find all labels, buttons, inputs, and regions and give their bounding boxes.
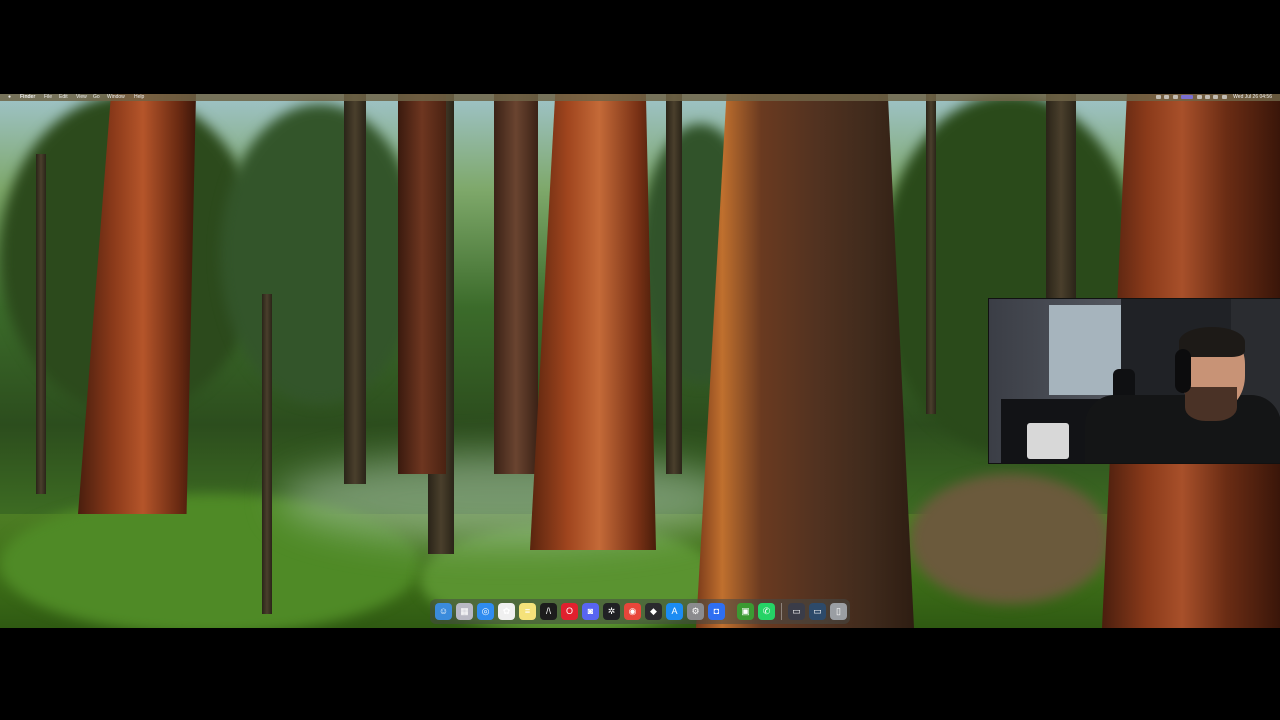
letterbox-bottom bbox=[0, 628, 1280, 720]
menu-go[interactable]: Go bbox=[93, 94, 100, 101]
tray-icon[interactable] bbox=[1172, 95, 1178, 99]
screen-recording-thumbnail-icon[interactable]: ▭ bbox=[809, 603, 826, 620]
tree-trunk bbox=[1046, 94, 1076, 304]
safari-icon[interactable]: ◎ bbox=[477, 603, 494, 620]
whatsapp-icon[interactable]: ✆ bbox=[758, 603, 775, 620]
foliage bbox=[220, 104, 420, 404]
menu-clock[interactable]: Wed Jul 26 04:56 bbox=[1233, 94, 1272, 100]
wifi-icon[interactable] bbox=[1213, 95, 1219, 99]
letterbox-top bbox=[0, 0, 1280, 94]
minecraft-icon[interactable]: ▣ bbox=[737, 603, 754, 620]
menu-file[interactable]: File bbox=[44, 94, 52, 101]
finder-icon[interactable]: ☺ bbox=[435, 603, 452, 620]
sequoia-trunk bbox=[696, 94, 914, 628]
tray-icon[interactable] bbox=[1205, 95, 1210, 99]
screenshot-thumbnail-icon[interactable]: ▭ bbox=[788, 603, 805, 620]
cursor-editor-icon[interactable]: /\ bbox=[540, 603, 557, 620]
tree-trunk bbox=[926, 94, 936, 414]
app-store-icon[interactable]: A bbox=[666, 603, 683, 620]
tray-icon[interactable] bbox=[1156, 95, 1162, 99]
trash-icon[interactable]: ▯ bbox=[830, 603, 847, 620]
opera-icon[interactable]: O bbox=[561, 603, 578, 620]
tree-trunk bbox=[36, 154, 46, 494]
menu-window[interactable]: Window bbox=[107, 94, 125, 101]
tray-icon[interactable] bbox=[1181, 95, 1194, 99]
roblox-icon[interactable]: ◘ bbox=[708, 603, 725, 620]
menu-app-name[interactable]: Finder bbox=[20, 94, 35, 101]
menu-bar: ● Finder File Edit View Go Window Help W… bbox=[0, 94, 1280, 101]
tree-trunk bbox=[262, 294, 272, 614]
menu-edit[interactable]: Edit bbox=[59, 94, 68, 101]
discord-icon[interactable]: ◙ bbox=[582, 603, 599, 620]
davinci-resolve-icon[interactable]: ◆ bbox=[645, 603, 662, 620]
dock: ☺ ▦ ◎ ✿ ≡/\ O ◙ ✲ ◉ ◆ A ⚙ ◘ ▣ ✆ ▭ ▭ ▯ bbox=[430, 599, 850, 624]
paper-roll bbox=[1027, 423, 1069, 459]
doorway bbox=[1049, 305, 1121, 395]
person-beard bbox=[1185, 387, 1237, 421]
tree-trunk bbox=[344, 94, 366, 484]
photos-icon[interactable]: ✿ bbox=[498, 603, 515, 620]
tray-icon[interactable] bbox=[1164, 95, 1170, 99]
status-tray: Wed Jul 26 04:56 bbox=[1155, 94, 1272, 101]
launchpad-icon[interactable]: ▦ bbox=[456, 603, 473, 620]
desktop-screen: ● Finder File Edit View Go Window Help W… bbox=[0, 94, 1280, 628]
sequoia-trunk bbox=[398, 94, 446, 474]
menu-help[interactable]: Help bbox=[134, 94, 144, 101]
chatgpt-icon[interactable]: ✲ bbox=[603, 603, 620, 620]
chrome-icon[interactable]: ◉ bbox=[624, 603, 641, 620]
sequoia-trunk bbox=[494, 94, 538, 474]
tray-icon[interactable] bbox=[1196, 95, 1202, 99]
headphones bbox=[1175, 349, 1191, 393]
webcam-overlay bbox=[988, 298, 1280, 464]
system-settings-icon[interactable]: ⚙ bbox=[687, 603, 704, 620]
dry-brush bbox=[910, 474, 1110, 604]
menu-view[interactable]: View bbox=[76, 94, 87, 101]
notes-icon[interactable]: ≡ bbox=[519, 603, 536, 620]
apple-menu-icon[interactable]: ● bbox=[8, 94, 11, 101]
control-center-icon[interactable] bbox=[1221, 95, 1227, 99]
person-shirt bbox=[1085, 395, 1280, 463]
tree-trunk bbox=[666, 94, 682, 474]
dock-separator bbox=[781, 603, 782, 620]
